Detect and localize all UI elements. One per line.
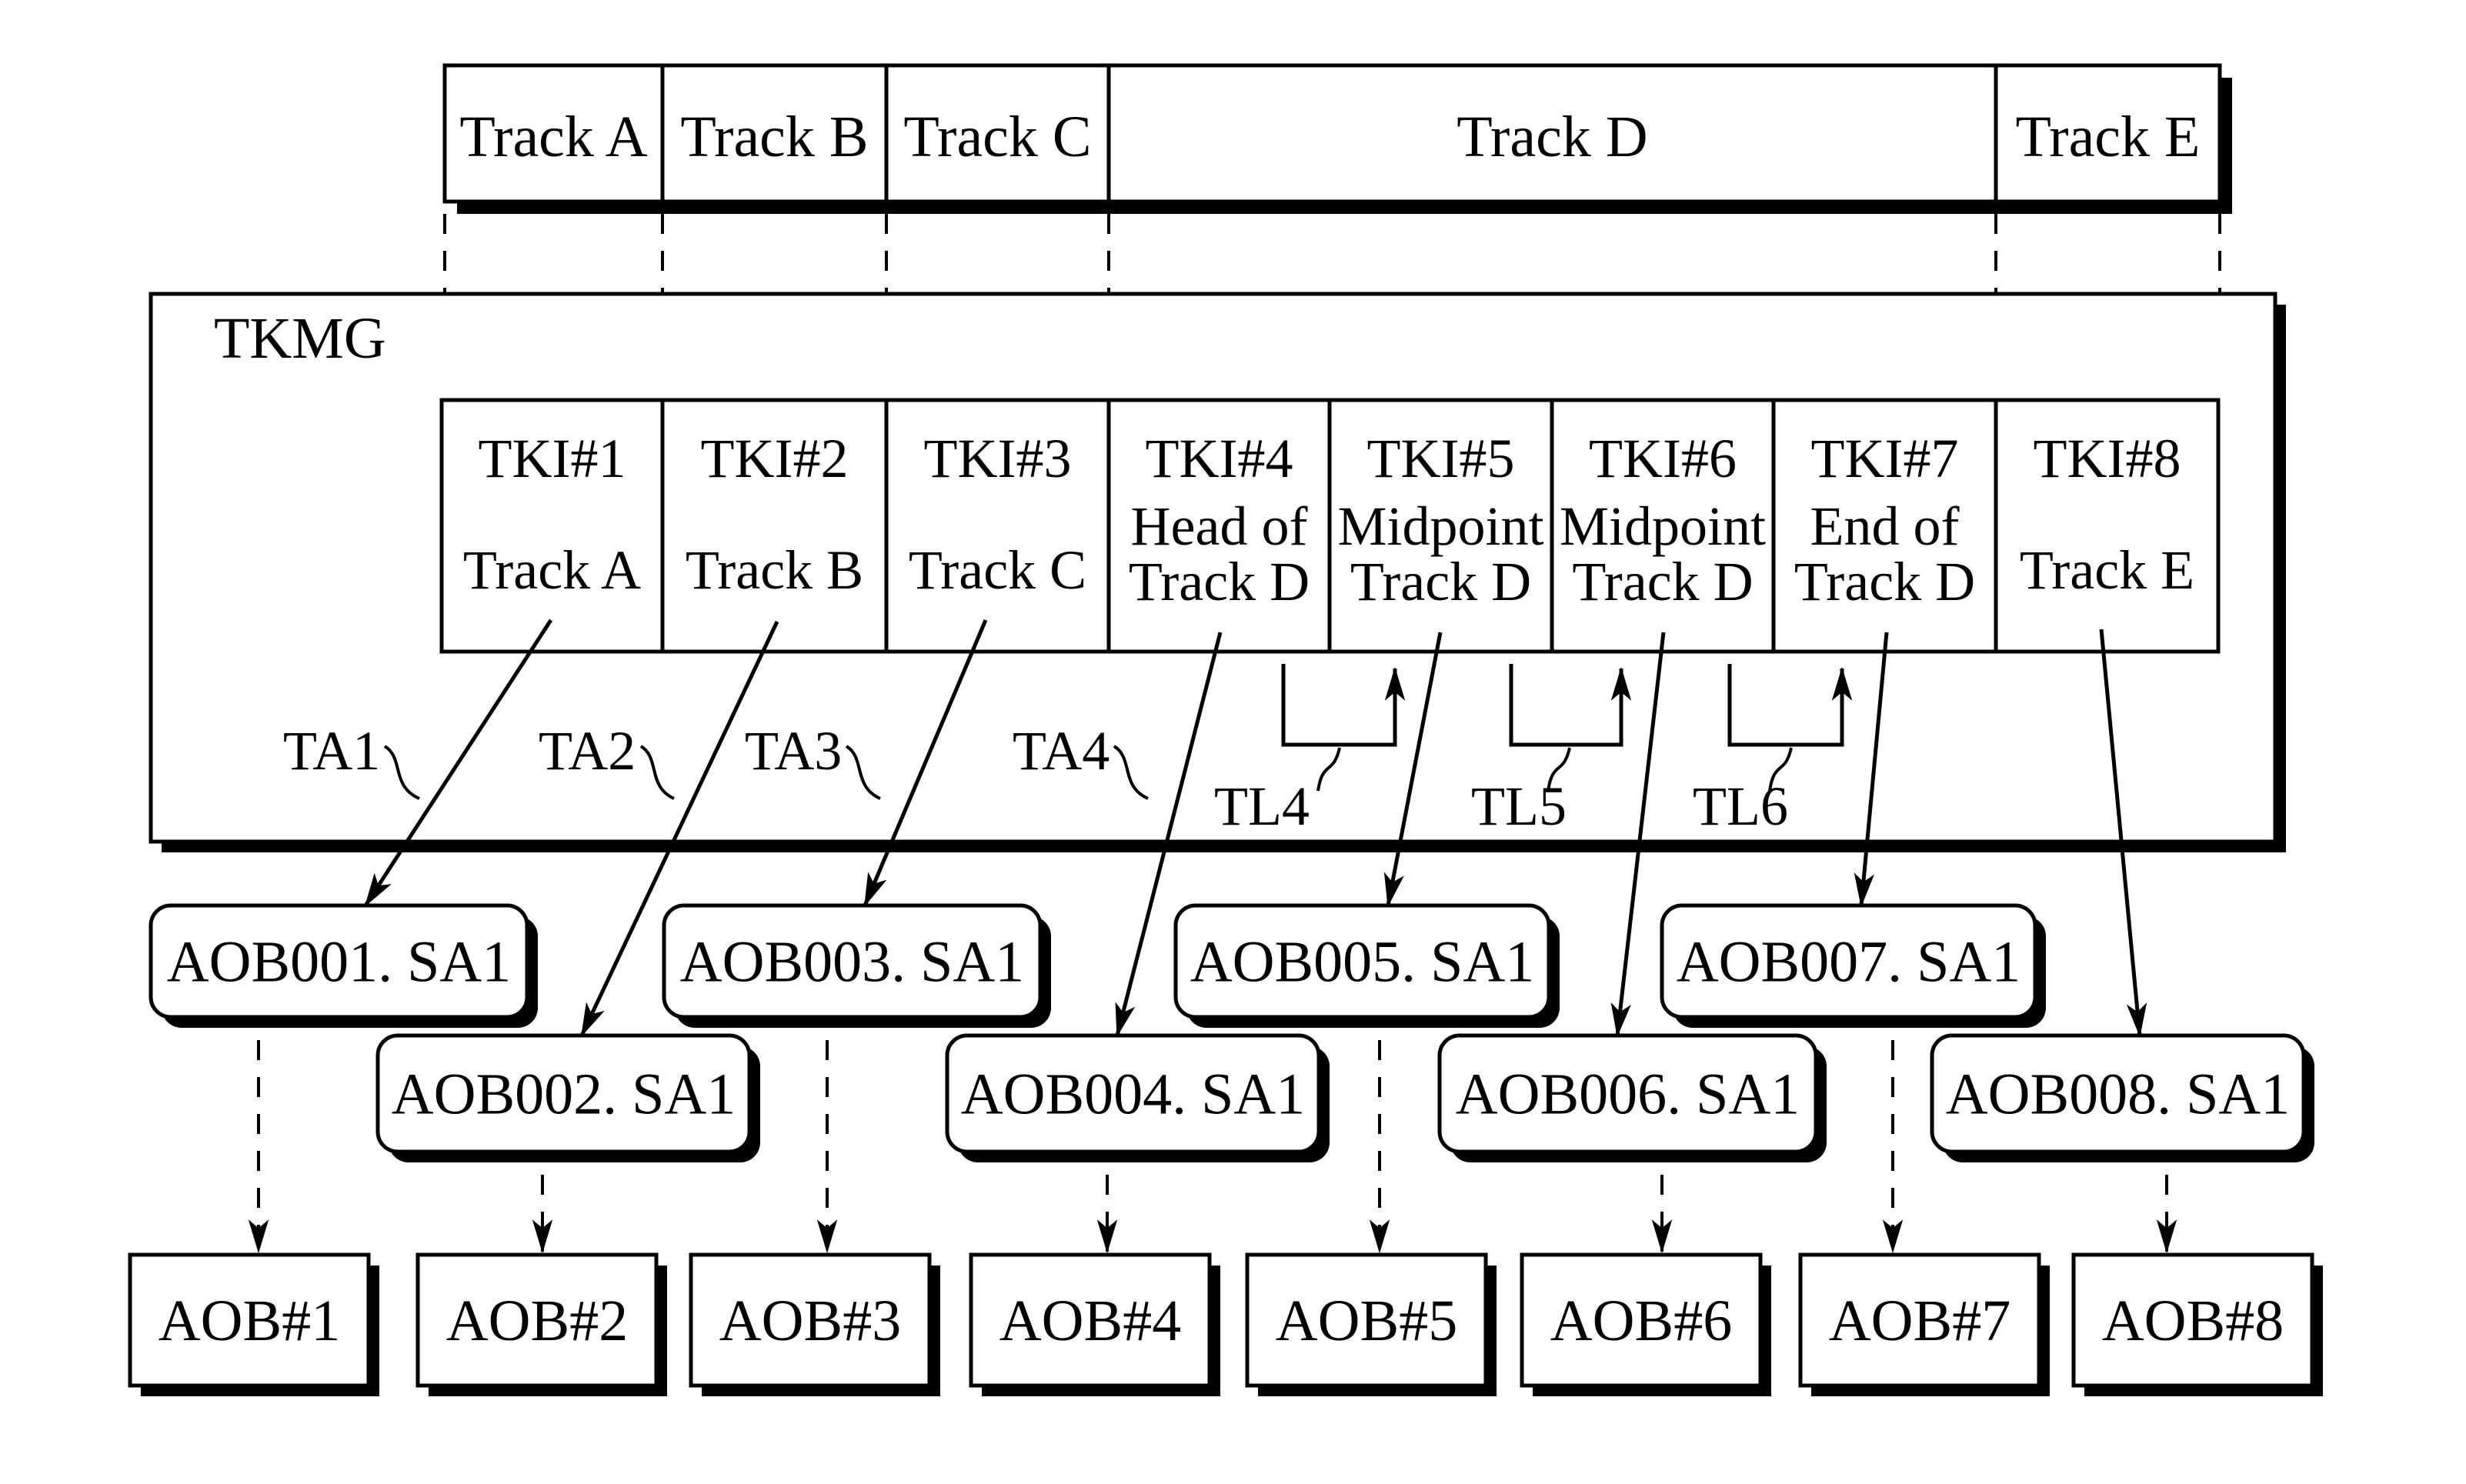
tki-desc-4-line2: Track D bbox=[1129, 551, 1310, 612]
aob-label-4: AOB#4 bbox=[999, 1289, 1181, 1353]
tki-id-1: TKI#1 bbox=[479, 428, 626, 489]
sa-file-label-2: AOB002. SA1 bbox=[392, 1062, 736, 1127]
track-label-e: Track E bbox=[2016, 105, 2201, 169]
tki-desc-2: Track B bbox=[686, 539, 863, 601]
boxes-layer bbox=[128, 63, 2314, 1388]
tki-id-5: TKI#5 bbox=[1367, 428, 1515, 489]
aob-label-6: AOB#6 bbox=[1550, 1289, 1732, 1353]
track-link-label-4: TL4 bbox=[1214, 775, 1310, 837]
tki-desc-5-line2: Track D bbox=[1350, 551, 1531, 612]
tki-desc-1: Track A bbox=[463, 539, 641, 601]
tki-desc-7-line1: End of bbox=[1810, 495, 1960, 557]
tki-id-7: TKI#7 bbox=[1811, 428, 1959, 489]
tki-desc-3: Track C bbox=[909, 539, 1086, 601]
sa-file-label-3: AOB003. SA1 bbox=[680, 930, 1025, 995]
sa-file-label-1: AOB001. SA1 bbox=[167, 930, 512, 995]
sa-file-label-4: AOB004. SA1 bbox=[961, 1062, 1306, 1127]
track-management-diagram: Track A Track B Track C Track D Track E TKMG T… bbox=[128, 63, 2323, 1396]
aob-label-8: AOB#8 bbox=[2102, 1289, 2284, 1353]
sa-file-label-5: AOB005. SA1 bbox=[1190, 930, 1535, 995]
aob-label-1: AOB#1 bbox=[159, 1289, 340, 1353]
tki-desc-6-line1: Midpoint bbox=[1560, 495, 1766, 557]
aob-label-7: AOB#7 bbox=[1829, 1289, 2011, 1353]
tki-id-2: TKI#2 bbox=[701, 428, 849, 489]
tkmg-label: TKMG bbox=[214, 306, 386, 371]
track-address-label-2: TA2 bbox=[539, 720, 636, 782]
sa-file-label-6: AOB006. SA1 bbox=[1456, 1062, 1800, 1127]
track-label-b: Track B bbox=[680, 105, 868, 169]
track-label-c: Track C bbox=[903, 105, 1091, 169]
sa-file-label-7: AOB007. SA1 bbox=[1677, 930, 2021, 995]
aob-label-3: AOB#3 bbox=[719, 1289, 901, 1353]
tki-id-8: TKI#8 bbox=[2034, 428, 2181, 489]
tki-id-6: TKI#6 bbox=[1589, 428, 1737, 489]
track-link-label-6: TL6 bbox=[1693, 775, 1788, 837]
aob-label-2: AOB#2 bbox=[446, 1289, 628, 1353]
tki-id-3: TKI#3 bbox=[924, 428, 1072, 489]
tki-desc-5-line1: Midpoint bbox=[1337, 495, 1543, 557]
track-address-label-3: TA3 bbox=[745, 720, 842, 782]
tki-desc-8: Track E bbox=[2020, 539, 2194, 601]
tki-desc-4-line1: Head of bbox=[1131, 495, 1308, 557]
track-label-d: Track D bbox=[1457, 105, 1647, 169]
aob-label-5: AOB#5 bbox=[1276, 1289, 1457, 1353]
tki-desc-6-line2: Track D bbox=[1572, 551, 1753, 612]
tki-id-4: TKI#4 bbox=[1146, 428, 1293, 489]
track-address-label-4: TA4 bbox=[1013, 720, 1110, 782]
track-label-a: Track A bbox=[459, 105, 647, 169]
track-link-label-5: TL5 bbox=[1471, 775, 1567, 837]
tki-desc-7-line2: Track D bbox=[1794, 551, 1975, 612]
track-address-label-1: TA1 bbox=[283, 720, 380, 782]
sa-file-label-8: AOB008. SA1 bbox=[1946, 1062, 2291, 1127]
